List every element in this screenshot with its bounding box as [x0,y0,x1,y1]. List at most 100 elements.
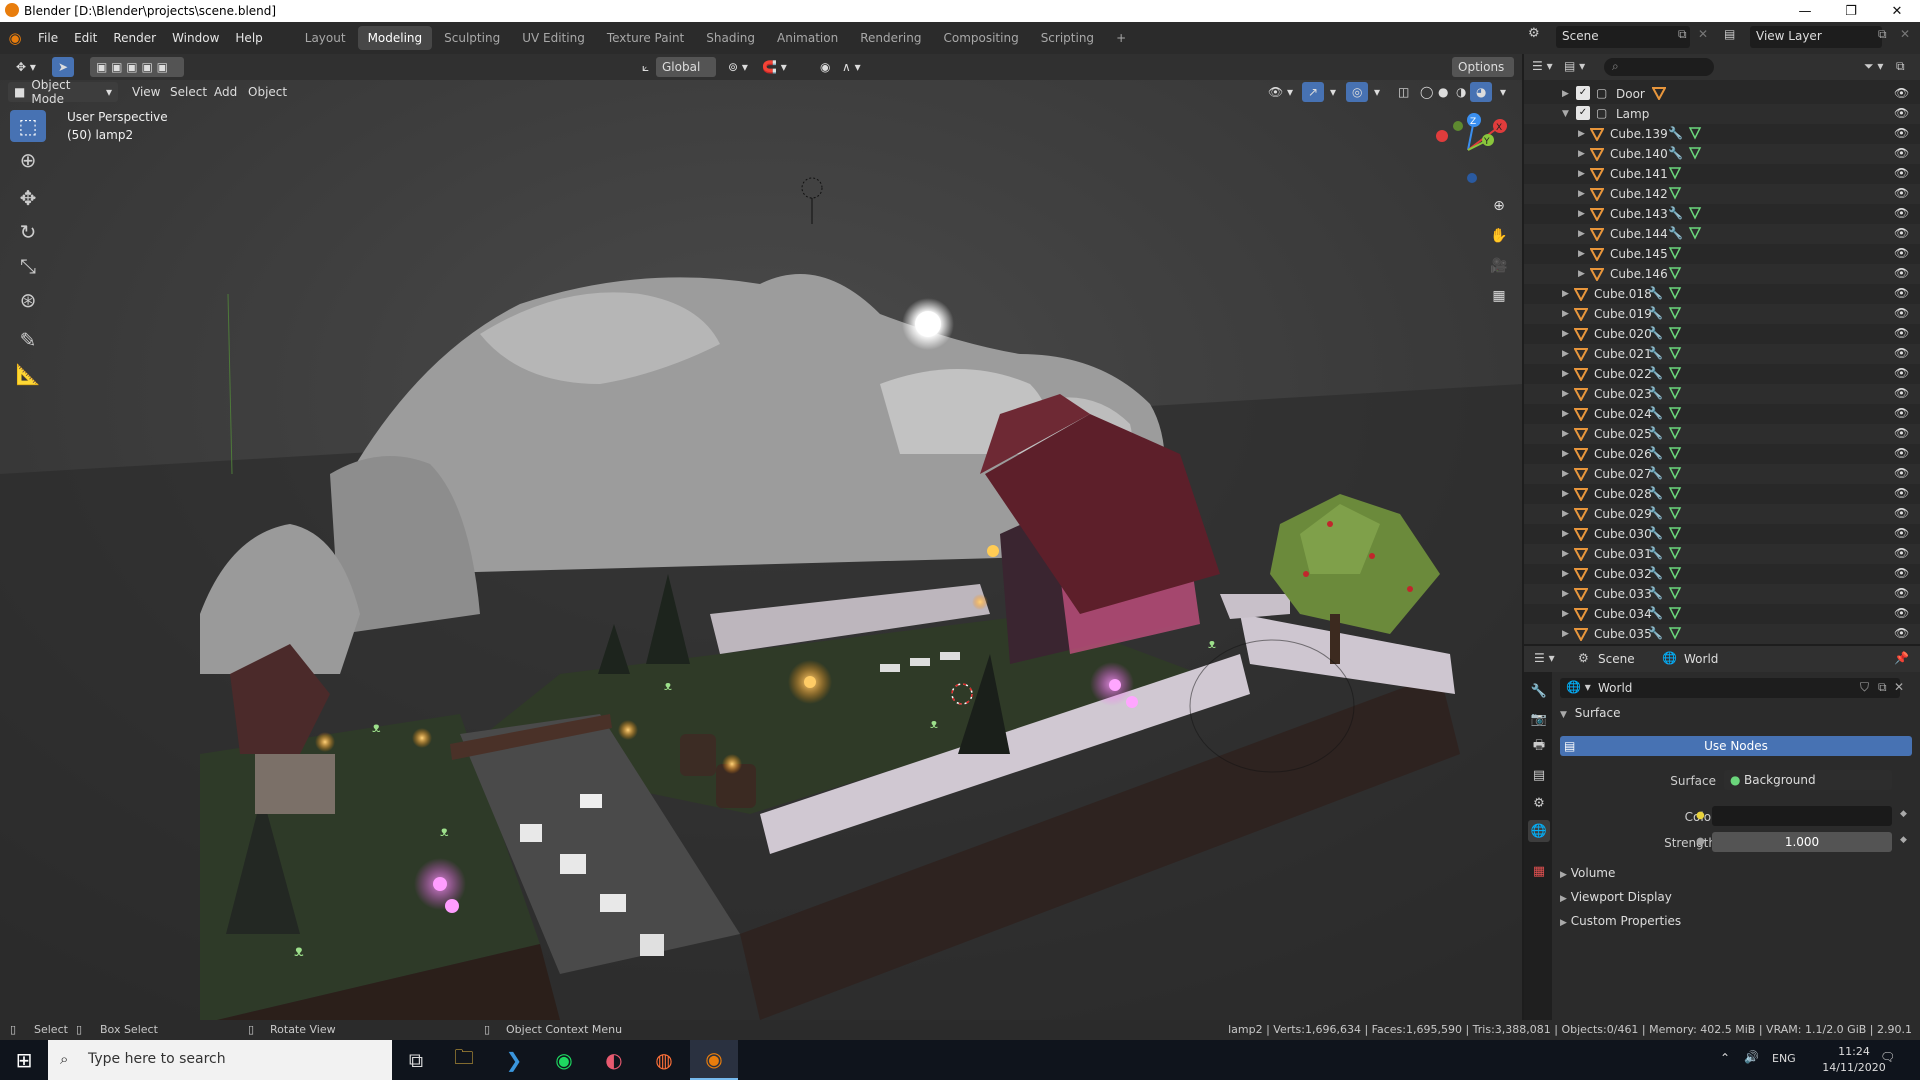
custom-properties-panel[interactable]: ▶ Custom Properties [1560,914,1681,928]
visibility-icon[interactable]: 👁 ▾ [1262,82,1299,102]
scale-tool[interactable]: ⤡ [10,250,46,282]
select-mode-icon[interactable]: ➤ [52,57,75,77]
eye-visibility-icon[interactable]: 👁 [1894,326,1909,340]
eye-visibility-icon[interactable]: 👁 [1894,346,1909,360]
eye-visibility-icon[interactable]: 👁 [1894,286,1909,300]
wrench-modifier-icon[interactable]: 🔧 [1648,386,1663,400]
color-swatch[interactable] [1712,806,1892,826]
view-menu[interactable]: View [126,82,166,102]
gizmo-toggle-icon[interactable]: ↗ [1302,82,1325,102]
select-menu[interactable]: Select [164,82,213,102]
collapsed-icon[interactable]: ▶ [1578,269,1585,279]
expanded-icon[interactable]: ▼ [1562,109,1569,119]
menu-edit[interactable]: Edit [66,22,105,54]
vscode-icon[interactable]: ❯ [490,1040,538,1080]
snap-icon[interactable]: 🧲 ▾ [756,57,793,77]
eye-visibility-icon[interactable]: 👁 [1894,446,1909,460]
collapsed-icon[interactable]: ▶ [1562,389,1569,399]
outliner-object-row[interactable]: ▶ Cube.145 👁 [1524,244,1920,264]
outliner-search-input[interactable]: ⌕ [1604,58,1714,76]
surface-panel-header[interactable]: ▼ Surface [1560,706,1912,726]
wrench-modifier-icon[interactable]: 🔧 [1648,406,1663,420]
firefox-icon[interactable]: ◍ [640,1040,688,1080]
wrench-modifier-icon[interactable]: 🔧 [1648,606,1663,620]
filter-icon[interactable]: ⏷ ▾ [1864,59,1883,74]
volume-icon[interactable]: 🔊 [1744,1050,1759,1064]
collection-checkbox[interactable]: ✓ [1576,86,1590,100]
falloff-icon[interactable]: ∧ ▾ [836,57,867,77]
tab-compositing[interactable]: Compositing [933,26,1028,50]
outliner-object-row[interactable]: ▶ Cube.141 👁 [1524,164,1920,184]
new-collection-icon[interactable]: ⧉ [1896,59,1905,74]
wrench-modifier-icon[interactable]: 🔧 [1648,326,1663,340]
eye-visibility-icon[interactable]: 👁 [1894,246,1909,260]
wrench-modifier-icon[interactable]: 🔧 [1648,466,1663,480]
tab-texture-paint[interactable]: Texture Paint [597,26,694,50]
tab-shading[interactable]: Shading [696,26,765,50]
volume-panel[interactable]: ▶ Volume [1560,866,1615,880]
rotate-tool[interactable]: ↻ [10,216,46,248]
outliner-collection-row[interactable]: ▶ ✓ ▢ Door 👁 [1524,84,1920,104]
windows-start-icon[interactable]: ⊞ [0,1040,48,1080]
outliner-object-row[interactable]: ▶ Cube.034 🔧 👁 [1524,604,1920,624]
outliner-collection-row[interactable]: ▼ ✓ ▢ Lamp 👁 [1524,104,1920,124]
outliner-object-row[interactable]: ▶ Cube.140 🔧 👁 [1524,144,1920,164]
eye-visibility-icon[interactable]: 👁 [1894,106,1909,120]
collapsed-icon[interactable]: ▶ [1578,149,1585,159]
unlink-world-icon[interactable]: ✕ [1894,680,1904,694]
collapsed-icon[interactable]: ▶ [1562,609,1569,619]
move-tool[interactable]: ✥ [10,182,46,214]
world-datablock[interactable]: 🌐 ▾ World ⛉ ⧉ ✕ [1560,678,1904,698]
outliner-object-row[interactable]: ▶ Cube.032 🔧 👁 [1524,564,1920,584]
taskbar-search-box[interactable]: ⌕ Type here to search [48,1040,392,1080]
display-mode-icon[interactable]: ▤ ▾ [1564,59,1585,73]
collapsed-icon[interactable]: ▶ [1562,289,1569,299]
collapsed-icon[interactable]: ▶ [1578,129,1585,139]
fake-user-icon[interactable]: ⛉ [1860,680,1869,695]
eye-visibility-icon[interactable]: 👁 [1894,186,1909,200]
outliner-object-row[interactable]: ▶ Cube.025 🔧 👁 [1524,424,1920,444]
wrench-modifier-icon[interactable]: 🔧 [1668,226,1683,240]
overlay-dropdown-icon[interactable]: ▾ [1368,82,1386,102]
tray-chevron-icon[interactable]: ⌃ [1720,1051,1730,1065]
tab-animation[interactable]: Animation [767,26,848,50]
new-view-layer-icon[interactable]: ⧉ [1878,27,1887,42]
eye-visibility-icon[interactable]: 👁 [1894,206,1909,220]
notification-icon[interactable]: 🗨 [1880,1050,1895,1064]
xray-toggle-icon[interactable]: ◫ [1392,82,1415,102]
scene-tab-icon[interactable]: ⚙ [1528,792,1550,814]
scene-selector[interactable]: Scene [1556,26,1690,48]
eye-visibility-icon[interactable]: 👁 [1894,386,1909,400]
pan-hand-icon[interactable]: ✋ [1485,222,1513,250]
pivot-point-icon[interactable]: ⊚ ▾ [722,57,754,77]
paint-app-icon[interactable]: ◐ [590,1040,638,1080]
wrench-modifier-icon[interactable]: 🔧 [1668,126,1683,140]
wrench-modifier-icon[interactable]: 🔧 [1648,366,1663,380]
eye-visibility-icon[interactable]: 👁 [1894,126,1909,140]
collection-checkbox[interactable]: ✓ [1576,106,1590,120]
collapsed-icon[interactable]: ▶ [1562,549,1569,559]
wrench-modifier-icon[interactable]: 🔧 [1648,446,1663,460]
tab-modeling[interactable]: Modeling [357,26,433,50]
collapsed-icon[interactable]: ▶ [1562,349,1569,359]
wrench-modifier-icon[interactable]: 🔧 [1668,146,1683,160]
collapsed-icon[interactable]: ▶ [1562,629,1569,639]
outliner-object-row[interactable]: ▶ Cube.028 🔧 👁 [1524,484,1920,504]
wrench-modifier-icon[interactable]: 🔧 [1648,566,1663,580]
collapsed-icon[interactable]: ▶ [1562,489,1569,499]
outliner-object-row[interactable]: ▶ Cube.027 🔧 👁 [1524,464,1920,484]
eye-visibility-icon[interactable]: 👁 [1894,566,1909,580]
outliner-object-row[interactable]: ▶ Cube.035 🔧 👁 [1524,624,1920,644]
ortho-grid-icon[interactable]: ▦ [1485,282,1513,310]
outliner-object-row[interactable]: ▶ Cube.029 🔧 👁 [1524,504,1920,524]
transform-orientation-icon[interactable]: ⟀ [636,57,655,77]
eye-visibility-icon[interactable]: 👁 [1894,406,1909,420]
proportional-edit-icon[interactable]: ◉ [814,57,836,77]
strength-field[interactable]: 1.000 [1712,832,1892,852]
outliner-object-row[interactable]: ▶ Cube.020 🔧 👁 [1524,324,1920,344]
spotify-icon[interactable]: ◉ [540,1040,588,1080]
add-workspace-button[interactable]: + [1106,26,1136,50]
selection-mode-buttons[interactable]: ▣ ▣ ▣ ▣ ▣ [90,57,184,77]
wrench-modifier-icon[interactable]: 🔧 [1648,546,1663,560]
editor-type-icon[interactable]: ✥ ▾ [10,57,42,77]
